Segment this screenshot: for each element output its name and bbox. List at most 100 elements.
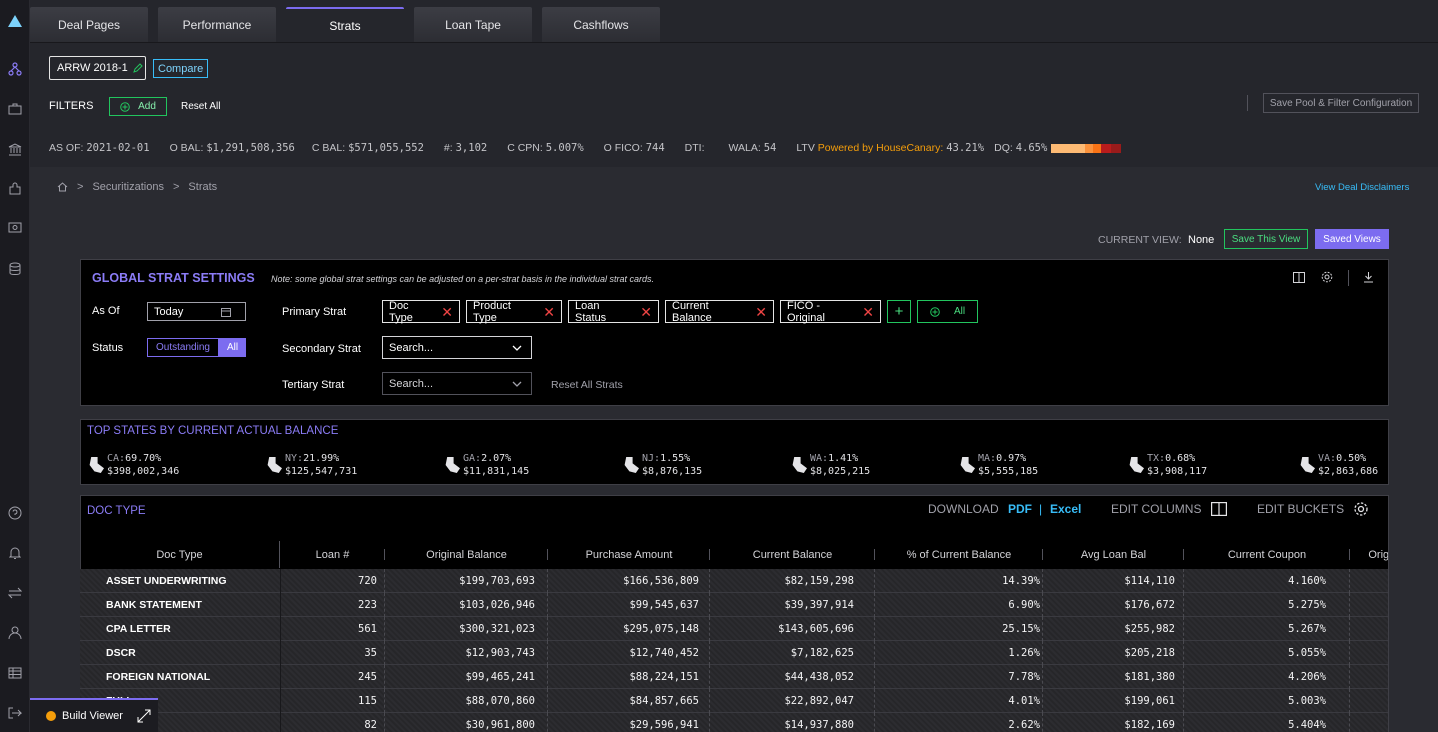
- close-icon[interactable]: ✕: [441, 305, 453, 319]
- network-icon[interactable]: [6, 60, 24, 78]
- housecanary-link[interactable]: Powered by HouseCanary:: [818, 142, 943, 154]
- column-header[interactable]: Avg Loan Bal: [1043, 540, 1184, 569]
- reset-all-filters[interactable]: Reset All: [181, 101, 220, 112]
- dq-bar-segment: [1101, 143, 1112, 153]
- status-outstanding-toggle[interactable]: Outstanding: [147, 338, 219, 357]
- bank-icon[interactable]: [6, 140, 24, 158]
- tab-deal-pages[interactable]: Deal Pages: [30, 7, 148, 42]
- close-icon[interactable]: ✕: [862, 305, 874, 319]
- chip-fico-original[interactable]: FICO - Original ✕: [780, 299, 881, 324]
- help-icon[interactable]: [6, 504, 24, 522]
- table-cell: $7,182,625: [790, 647, 854, 659]
- breadcrumb-securitizations[interactable]: Securitizations: [92, 181, 164, 193]
- bell-icon[interactable]: [6, 544, 24, 562]
- add-filter-button[interactable]: Add: [109, 97, 167, 116]
- build-viewer-bar[interactable]: Build Viewer: [30, 698, 158, 732]
- column-header[interactable]: Purchase Amount: [548, 540, 710, 569]
- table-cell: $88,070,860: [465, 695, 535, 707]
- gear-icon[interactable]: [1353, 501, 1369, 517]
- save-view-button[interactable]: Save This View: [1224, 229, 1308, 249]
- column-header[interactable]: Origi: [1350, 540, 1388, 569]
- table-cell: $88,224,151: [629, 671, 699, 683]
- edit-buckets-label[interactable]: EDIT BUCKETS: [1257, 502, 1344, 516]
- tab-performance[interactable]: Performance: [158, 7, 276, 42]
- cell-divider: [1183, 641, 1184, 665]
- dq-bar-segment: [1093, 143, 1102, 153]
- tab-strats[interactable]: Strats: [286, 7, 404, 42]
- columns-icon[interactable]: [1293, 272, 1305, 283]
- column-header[interactable]: Loan #: [280, 540, 385, 569]
- gear-icon[interactable]: [1321, 271, 1333, 283]
- deal-disclaimers-link[interactable]: View Deal Disclaimers: [1315, 182, 1409, 193]
- home-icon[interactable]: [57, 182, 68, 192]
- table-row[interactable]: ASSET UNDERWRITING 720 $199,703,693 $166,53…: [80, 569, 1388, 593]
- column-header[interactable]: Current Coupon: [1184, 540, 1350, 569]
- deal-selector[interactable]: ARRW 2018-1: [49, 56, 146, 80]
- expand-icon[interactable]: [137, 709, 151, 723]
- chip-label: Current Balance: [672, 299, 712, 324]
- save-pool-button[interactable]: Save Pool & Filter Configuration: [1263, 93, 1419, 113]
- column-header[interactable]: Original Balance: [385, 540, 548, 569]
- table-row[interactable]: DSCR 35 $12,903,743 $12,740,452 $7,182,625 1.…: [80, 641, 1388, 665]
- download-excel-link[interactable]: Excel: [1050, 502, 1081, 516]
- table-row[interactable]: CPA LETTER 561 $300,321,023 $295,075,148 $14…: [80, 617, 1388, 641]
- table-cell: 561: [358, 623, 377, 635]
- download-pdf-link[interactable]: PDF: [1008, 502, 1032, 516]
- top-states-title: TOP STATES BY CURRENT ACTUAL BALANCE: [87, 425, 339, 437]
- tertiary-strat-select[interactable]: Search...: [382, 372, 532, 395]
- table-row[interactable]: OTHER82$30,961,800$29,596,941$14,937,880…: [80, 713, 1388, 732]
- add-all-strats-button[interactable]: All: [917, 300, 978, 323]
- database-icon[interactable]: [6, 260, 24, 278]
- money-icon[interactable]: [6, 218, 24, 236]
- cell-divider: [1183, 617, 1184, 641]
- columns-icon[interactable]: [1211, 502, 1227, 516]
- puzzle-icon[interactable]: [6, 180, 24, 198]
- tab-loan-tape[interactable]: Loan Tape: [414, 7, 532, 42]
- close-icon[interactable]: ✕: [543, 305, 555, 319]
- dq-bar-segment: [1111, 143, 1122, 153]
- chip-label: FICO - Original: [787, 299, 825, 324]
- user-icon[interactable]: [6, 624, 24, 642]
- cell-divider: [709, 665, 710, 689]
- cell-divider: [547, 713, 548, 732]
- swap-icon[interactable]: [6, 584, 24, 602]
- chip-current-balance[interactable]: Current Balance ✕: [665, 299, 774, 324]
- table-row[interactable]: FOREIGN NATIONAL 245 $99,465,241 $88,224,15…: [80, 665, 1388, 689]
- cell-divider: [709, 641, 710, 665]
- reset-all-strats[interactable]: Reset All Strats: [551, 379, 623, 391]
- secondary-strat-select[interactable]: Search...: [382, 336, 532, 359]
- breadcrumb-strats[interactable]: Strats: [188, 181, 217, 193]
- current-view-label: CURRENT VIEW:: [1098, 234, 1182, 246]
- briefcase-icon[interactable]: [6, 100, 24, 118]
- ltv-value: 43.21%: [946, 142, 985, 154]
- column-header[interactable]: Doc Type: [80, 541, 280, 568]
- close-icon[interactable]: ✕: [755, 305, 767, 319]
- add-strat-button[interactable]: +: [887, 300, 911, 323]
- column-header[interactable]: Current Balance: [710, 540, 875, 569]
- wala-label: WALA:: [728, 142, 761, 154]
- table-cell: $84,857,665: [629, 695, 699, 707]
- table-row[interactable]: FULL115$88,070,860$84,857,665$22,892,047…: [80, 689, 1388, 713]
- column-header[interactable]: % of Current Balance: [875, 540, 1043, 569]
- edit-columns-label[interactable]: EDIT COLUMNS: [1111, 502, 1201, 516]
- compare-button[interactable]: Compare: [153, 59, 209, 78]
- chip-doc-type[interactable]: Doc Type ✕: [382, 299, 460, 324]
- table-cell: $44,438,052: [784, 671, 854, 683]
- chip-product-type[interactable]: Product Type ✕: [466, 300, 562, 324]
- table-cell: 4.206%: [1288, 671, 1326, 683]
- logo-icon[interactable]: [6, 12, 24, 30]
- logout-icon[interactable]: [6, 704, 24, 722]
- pencil-icon[interactable]: [132, 63, 143, 73]
- chip-label: Doc Type: [389, 299, 413, 324]
- saved-views-button[interactable]: Saved Views: [1315, 229, 1389, 249]
- download-icon[interactable]: [1363, 271, 1374, 283]
- table-icon[interactable]: [6, 664, 24, 682]
- close-icon[interactable]: ✕: [640, 305, 652, 319]
- tertiary-placeholder: Search...: [389, 377, 434, 390]
- status-all-toggle[interactable]: All: [219, 338, 246, 357]
- table-row[interactable]: BANK STATEMENT 223 $103,026,946 $99,545,637…: [80, 593, 1388, 617]
- as-of-date-input[interactable]: Today: [147, 302, 246, 321]
- chip-loan-status[interactable]: Loan Status ✕: [568, 300, 659, 324]
- state-pct: 2.07%: [481, 453, 512, 464]
- tab-cashflows[interactable]: Cashflows: [542, 7, 660, 42]
